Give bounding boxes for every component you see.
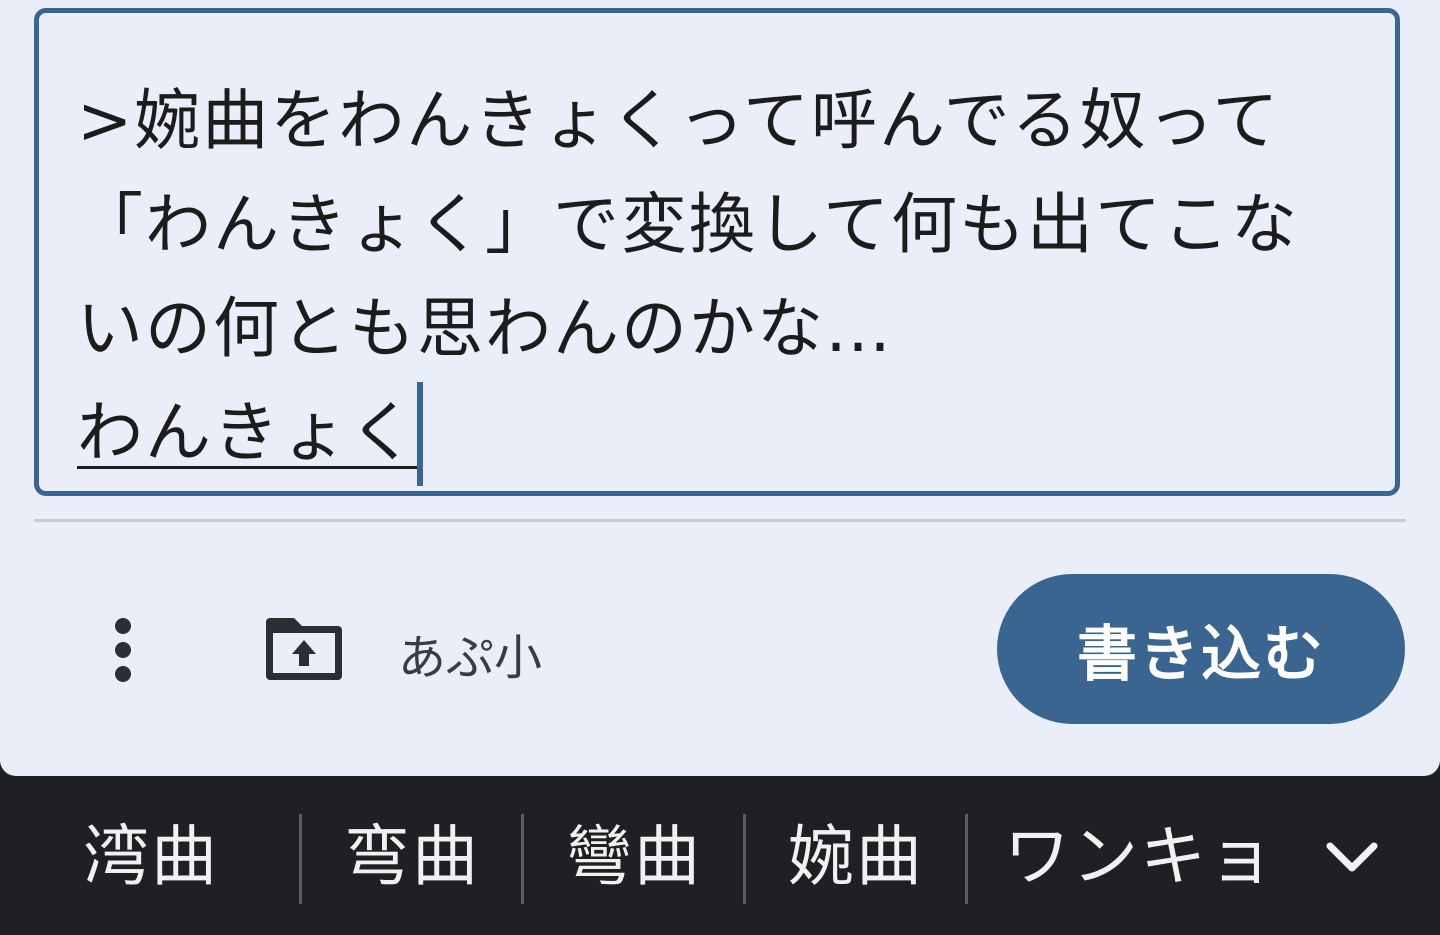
more-options-button[interactable] — [98, 612, 150, 688]
composing-text-value: わんきょく — [77, 394, 417, 471]
ime-candidate[interactable]: ワンキョ — [990, 806, 1290, 896]
submit-button[interactable]: 書き込む — [997, 574, 1405, 724]
candidate-separator — [965, 814, 968, 904]
dot — [115, 642, 131, 658]
ime-candidate[interactable]: 弯曲 — [302, 806, 522, 896]
ime-candidate[interactable]: 彎曲 — [524, 806, 744, 896]
folder-upload-icon — [266, 618, 342, 680]
ime-candidate[interactable]: 湾曲 — [40, 806, 262, 896]
compose-panel: >婉曲をわんきょくって呼んでる奴って 「わんきょく」で変換して何も出てこな いの… — [0, 0, 1440, 776]
ime-candidate[interactable]: 婉曲 — [746, 806, 966, 896]
divider — [34, 519, 1406, 522]
text-line: いの何とも思わんのかな… — [77, 290, 893, 367]
dot — [115, 666, 131, 682]
post-textarea[interactable]: >婉曲をわんきょくって呼んでる奴って 「わんきょく」で変換して何も出てこな いの… — [34, 8, 1400, 496]
upload-file-button[interactable] — [262, 614, 346, 684]
post-text: >婉曲をわんきょくって呼んでる奴って 「わんきょく」で変換して何も出てこな いの… — [77, 69, 1367, 486]
expand-candidates-button[interactable] — [1320, 826, 1384, 890]
composing-text: わんきょく — [77, 382, 423, 486]
dot — [115, 618, 131, 634]
chevron-down-icon — [1326, 842, 1378, 872]
name-field[interactable] — [398, 620, 698, 686]
text-caret — [417, 382, 423, 486]
text-line: 「わんきょく」で変換して何も出てこな — [77, 186, 1300, 263]
ime-candidate-bar: 湾曲 弯曲 彎曲 婉曲 ワンキョ — [0, 776, 1440, 935]
text-line: >婉曲をわんきょくって呼んでる奴って — [77, 82, 1281, 159]
